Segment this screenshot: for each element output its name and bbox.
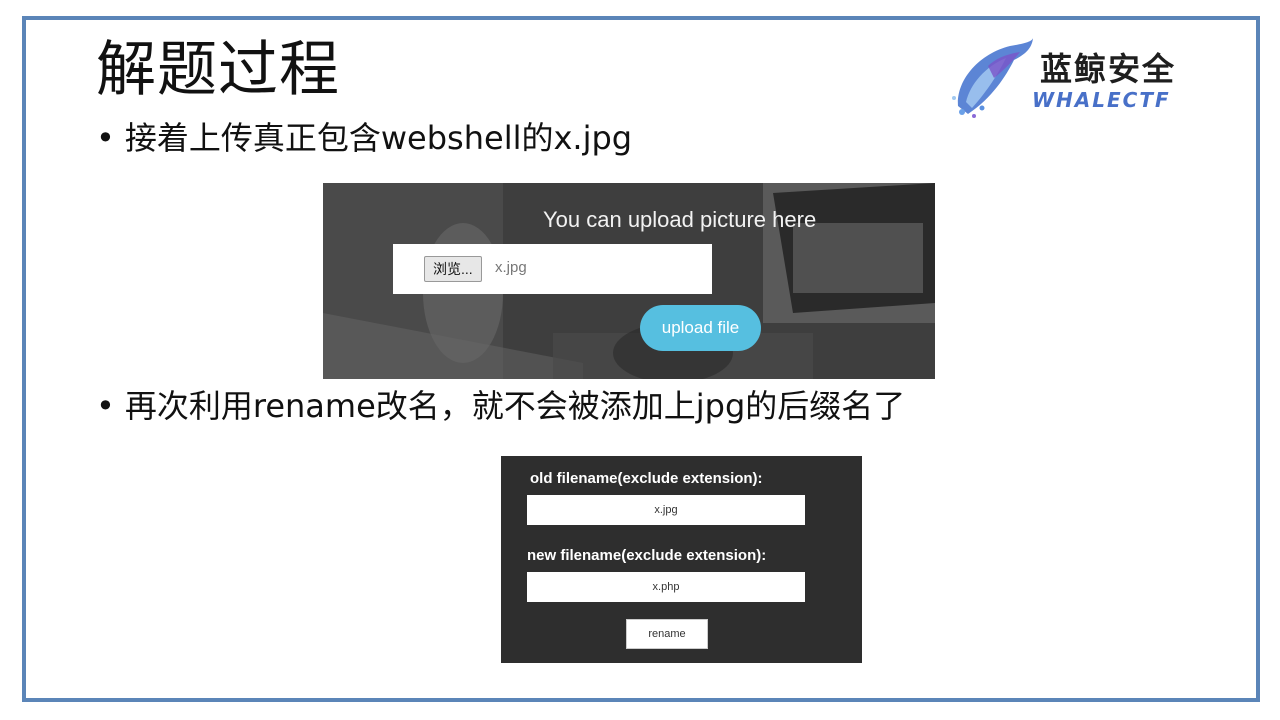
new-filename-label: new filename(exclude extension): [527, 547, 767, 564]
old-filename-field[interactable]: x.jpg [527, 495, 805, 525]
whale-icon [952, 38, 1033, 118]
rename-screenshot: old filename(exclude extension): x.jpg n… [501, 456, 862, 663]
upload-heading: You can upload picture here [543, 207, 817, 232]
slide-title: 解题过程 [96, 35, 340, 105]
upload-screenshot: You can upload picture here 浏览... x.jpg … [323, 183, 935, 379]
bullet-text: 再次利用rename改名，就不会被添加上jpg的后缀名了 [124, 387, 906, 425]
selected-filename: x.jpg [495, 259, 527, 276]
logo-text-en: WHALECTF [1032, 88, 1171, 112]
upload-file-button[interactable]: upload file [640, 305, 761, 351]
file-input[interactable]: 浏览... x.jpg [393, 244, 712, 294]
bullet-dot: • [96, 119, 115, 157]
bullet-dot: • [96, 387, 115, 425]
bullet-upload: • 接着上传真正包含webshell的x.jpg [96, 116, 632, 160]
browse-button[interactable]: 浏览... [424, 256, 482, 282]
old-filename-label: old filename(exclude extension): [530, 470, 763, 487]
logo-text-cn: 蓝鲸安全 [1040, 50, 1177, 88]
bullet-rename: • 再次利用rename改名，就不会被添加上jpg的后缀名了 [96, 384, 905, 428]
whalectf-logo: 蓝鲸安全 WHALECTF [948, 36, 1233, 120]
bullet-text: 接着上传真正包含webshell的x.jpg [124, 119, 633, 157]
rename-button[interactable]: rename [626, 619, 708, 649]
new-filename-field[interactable]: x.php [527, 572, 805, 602]
